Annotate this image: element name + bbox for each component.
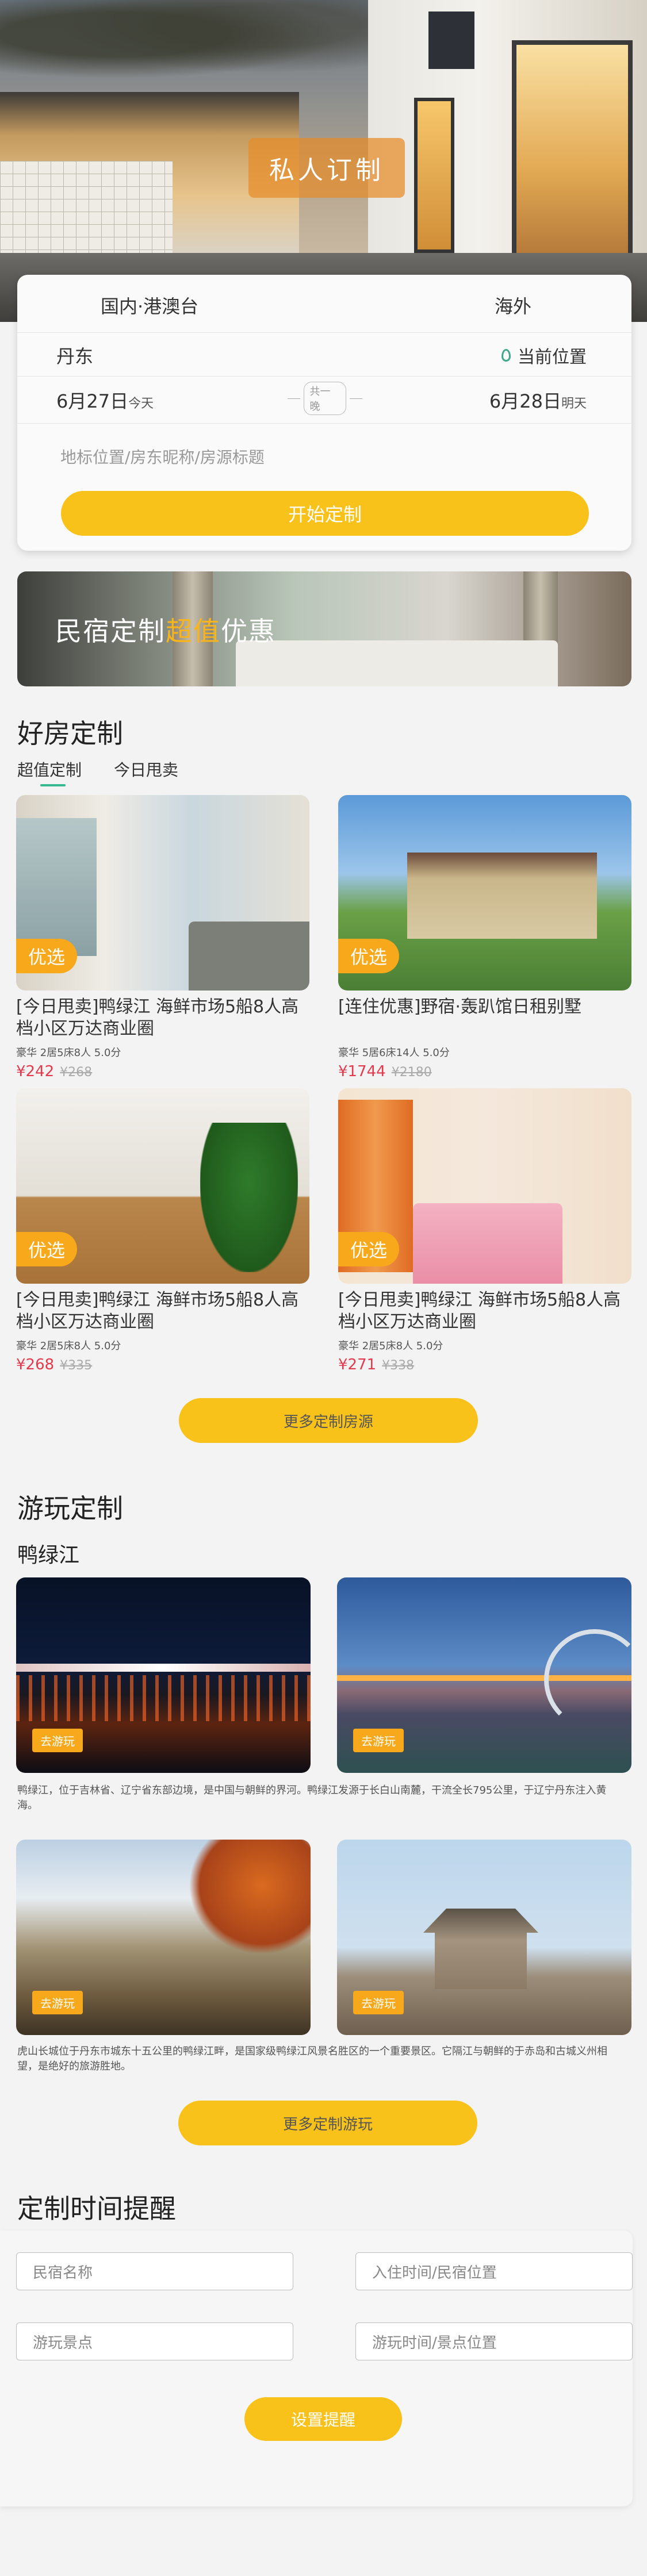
room-price: ¥242 ¥268 [16,1063,309,1080]
go-play-tag[interactable]: 去游玩 [32,1991,83,2014]
room-tabs: 超值定制 今日甩卖 [17,758,178,786]
room-meta: 豪华 2居5床8人 5.0分 [16,1047,121,1059]
hero-window [428,11,474,69]
room-card[interactable]: 优选 [连住优惠]野宿·轰趴馆日租别墅 豪华 5居6床14人 5.0分 ¥174… [338,795,631,1080]
room-card[interactable]: 优选 [今日甩卖]鸭绿江 海鲜市场5船8人高档小区万达商业圈 豪华 2居5床8人… [16,795,309,1080]
tab-value-custom[interactable]: 超值定制 [17,758,82,786]
hero-window [512,40,633,259]
checkin-day-label: 今天 [128,397,154,411]
attraction-card[interactable]: 去游玩 [337,1577,631,1773]
promo-banner[interactable]: 民宿定制超值优惠 [17,571,631,686]
room-price: ¥271 ¥338 [338,1356,631,1373]
banner-bed [236,640,558,686]
price-current: ¥268 [16,1356,55,1373]
room-image: 优选 [16,1088,309,1284]
play-time-field[interactable]: 游玩时间/景点位置 [355,2322,633,2360]
room-title: [连住优惠]野宿·轰趴馆日租别墅 [338,997,581,1017]
attraction-card[interactable]: 去游玩 [16,1840,311,2035]
go-play-tag[interactable]: 去游玩 [353,1729,404,1752]
city-selector[interactable]: 丹东 [56,342,93,368]
current-location-button[interactable]: 当前位置 [501,343,587,368]
tab-overseas[interactable]: 海外 [495,292,531,318]
price-original: ¥268 [60,1065,93,1080]
tab-today-sale[interactable]: 今日甩卖 [114,758,178,781]
hero-title: 私人订制 [248,138,405,198]
divider [17,423,631,424]
booking-card: 国内·港澳台 海外 丹东 当前位置 6月27日今天 共一晚 6月28日明天 地标… [17,275,631,551]
checkout-day-label: 明天 [561,397,587,411]
room-title: [今日甩卖]鸭绿江 海鲜市场5船8人高档小区万达商业圈 [16,997,299,1039]
hero-window [414,98,454,253]
divider [17,332,631,333]
checkout-date[interactable]: 6月28日明天 [489,387,587,413]
set-reminder-button[interactable]: 设置提醒 [244,2397,402,2441]
go-play-tag[interactable]: 去游玩 [32,1729,83,1752]
tab-domestic[interactable]: 国内·港澳台 [101,292,198,318]
current-location-label: 当前位置 [518,347,587,367]
attraction-description: 鸭绿江，位于吉林省、辽宁省东部边境，是中国与朝鲜的界河。鸭绿江发源于长白山南麓，… [17,1784,607,1811]
divider [350,398,362,399]
checkin-date-value: 6月27日 [56,390,129,412]
room-image: 优选 [338,1088,631,1284]
price-current: ¥242 [16,1063,55,1080]
banner-text-a: 民宿定制 [55,616,166,647]
scenic-spot-field[interactable]: 游玩景点 [16,2322,293,2360]
divider [288,398,300,399]
go-play-tag[interactable]: 去游玩 [353,1991,404,2014]
price-original: ¥2180 [391,1065,432,1080]
divider [17,376,631,377]
location-pin-icon [501,349,511,362]
start-customize-button[interactable]: 开始定制 [61,491,589,536]
room-title: [今日甩卖]鸭绿江 海鲜市场5船8人高档小区万达商业圈 [16,1290,299,1332]
play-city-label: 鸭绿江 [17,1544,80,1567]
price-original: ¥338 [382,1358,415,1373]
banner-text: 民宿定制超值优惠 [55,611,276,648]
hero-banner: 私人订制 [0,0,647,322]
room-meta: 豪华 5居6床14人 5.0分 [338,1047,450,1059]
nights-indicator: 共一晚 [288,382,362,415]
checkin-date[interactable]: 6月27日今天 [56,387,154,413]
room-card[interactable]: 优选 [今日甩卖]鸭绿江 海鲜市场5船8人高档小区万达商业圈 豪华 2居5床8人… [338,1088,631,1373]
price-original: ¥335 [60,1358,93,1373]
room-meta: 豪华 2居5床8人 5.0分 [16,1340,121,1352]
room-meta: 豪华 2居5床8人 5.0分 [338,1340,443,1352]
section-title-play: 游玩定制 [17,1493,123,1524]
room-image: 优选 [16,795,309,991]
room-price: ¥1744 ¥2180 [338,1063,631,1080]
search-input[interactable]: 地标位置/房东昵称/房源标题 [60,445,265,468]
checkin-time-field[interactable]: 入住时间/民宿位置 [355,2252,633,2290]
section-title-reminder: 定制时间提醒 [17,2193,176,2224]
attraction-card[interactable]: 去游玩 [337,1840,631,2035]
checkout-date-value: 6月28日 [489,390,561,412]
hero-tile-wall [0,161,173,264]
section-title-rooms: 好房定制 [17,718,123,749]
featured-badge: 优选 [338,939,399,973]
featured-badge: 优选 [16,1232,77,1266]
price-current: ¥1744 [338,1063,386,1080]
banner-text-c: 优惠 [221,616,276,647]
homestay-name-field[interactable]: 民宿名称 [16,2252,293,2290]
featured-badge: 优选 [338,1232,399,1266]
nights-label: 共一晚 [303,382,347,415]
more-play-button[interactable]: 更多定制游玩 [178,2101,477,2145]
attraction-description: 虎山长城位于丹东市城东十五公里的鸭绿江畔，是国家级鸭绿江风景名胜区的一个重要景区… [17,2045,607,2072]
price-current: ¥271 [338,1356,377,1373]
room-price: ¥268 ¥335 [16,1356,309,1373]
room-card[interactable]: 优选 [今日甩卖]鸭绿江 海鲜市场5船8人高档小区万达商业圈 豪华 2居5床8人… [16,1088,309,1373]
featured-badge: 优选 [16,939,77,973]
more-rooms-button[interactable]: 更多定制房源 [179,1398,478,1443]
room-image: 优选 [338,795,631,991]
hero-tree-decoration [0,0,380,86]
banner-text-highlight: 超值 [166,616,221,647]
attraction-card[interactable]: 去游玩 [16,1577,311,1773]
room-title: [今日甩卖]鸭绿江 海鲜市场5船8人高档小区万达商业圈 [338,1290,621,1332]
